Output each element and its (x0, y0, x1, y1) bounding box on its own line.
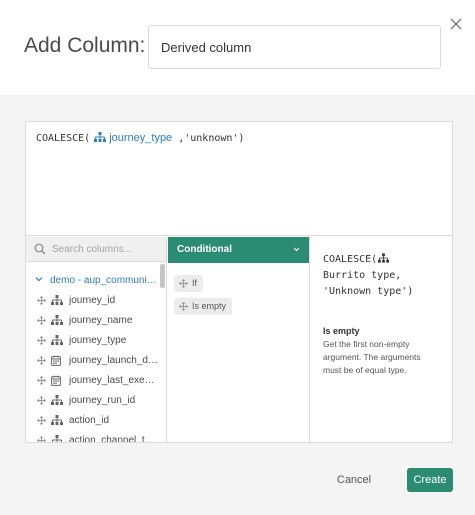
drag-handle-icon (37, 296, 46, 305)
signature-line: 'Unknown type') (323, 286, 414, 297)
dialog-header: Add Column: (0, 0, 475, 95)
column-item[interactable]: journey_launch_date (26, 352, 160, 370)
tree-icon (52, 435, 62, 442)
column-item-label: journey_run_id (69, 395, 136, 406)
tree-icon (51, 295, 63, 305)
column-item[interactable]: action_channel_type (26, 432, 160, 442)
column-item[interactable]: action_id (26, 412, 160, 430)
search-columns-input[interactable] (52, 241, 160, 258)
function-doc-description: Get the first non-empty argument. The ar… (323, 339, 421, 375)
dataset-group-label: demo - aup_communi… (50, 275, 157, 286)
tree-icon (51, 395, 63, 405)
function-signature: COALESCE( Burrito type, 'Unknown type') (323, 252, 440, 300)
column-item-label: journey_last_execu… (69, 375, 159, 386)
drag-handle-icon (37, 336, 46, 345)
drag-handle-icon (37, 416, 46, 425)
tree-icon (378, 253, 390, 263)
close-icon[interactable] (448, 16, 464, 32)
column-item[interactable]: journey_type (26, 332, 160, 350)
create-button[interactable]: Create (407, 468, 453, 492)
column-item-label: journey_launch_date (69, 355, 159, 366)
cancel-button[interactable]: Cancel (326, 468, 382, 492)
drag-handle-icon (179, 302, 188, 311)
dialog-title: Add Column: (24, 34, 146, 57)
signature-line: COALESCE( (323, 254, 378, 265)
expression-rest: ,'unknown') (178, 133, 245, 144)
function-browser: Conditional If Is empty (168, 237, 310, 442)
chevron-down-icon (293, 247, 300, 252)
expression-field-token[interactable]: journey_type (109, 132, 172, 144)
function-documentation: COALESCE( Burrito type, 'Unknown type') … (311, 237, 452, 442)
function-doc-name: Is empty (323, 326, 360, 336)
column-item-label: journey_type (69, 335, 127, 346)
dataset-group[interactable]: demo - aup_communi… (26, 272, 160, 290)
column-item-label: journey_name (69, 315, 133, 326)
column-browser: demo - aup_communi… journey_id journey_na… (26, 237, 167, 442)
search-icon (34, 243, 46, 255)
drag-handle-icon (37, 376, 46, 385)
tree-icon (51, 315, 63, 325)
tree-icon (94, 132, 107, 142)
column-item-label: journey_id (69, 295, 116, 306)
function-item-label: If (192, 278, 198, 288)
column-search (26, 237, 166, 262)
drag-handle-icon (37, 396, 46, 405)
function-category-label: Conditional (177, 244, 232, 255)
column-list-scrollbar[interactable] (160, 264, 165, 288)
expression-editor-panel: COALESCE( journey_type ,'unknown') demo -… (25, 121, 453, 443)
chevron-down-icon (35, 277, 43, 282)
column-item[interactable]: journey_name (26, 312, 160, 330)
column-item-label: action_id (69, 415, 110, 426)
function-item-is-empty[interactable]: Is empty (174, 298, 233, 315)
tree-icon (51, 415, 63, 425)
column-item[interactable]: journey_last_execu… (26, 372, 160, 390)
drag-handle-icon (37, 356, 46, 365)
calendar-icon (51, 355, 61, 366)
expression-function: COALESCE( (36, 133, 91, 144)
function-item-label: Is empty (192, 301, 227, 311)
signature-line: Burrito type, (323, 270, 402, 281)
column-item[interactable]: journey_id (26, 292, 160, 310)
drag-handle-icon (179, 279, 188, 288)
drag-handle-icon (37, 436, 46, 442)
column-item[interactable]: journey_run_id (26, 392, 160, 410)
drag-handle-icon (37, 316, 46, 325)
function-item-if[interactable]: If (174, 275, 204, 292)
function-category-dropdown[interactable]: Conditional (168, 237, 309, 263)
expression-editor[interactable]: COALESCE( journey_type ,'unknown') (26, 122, 452, 236)
column-item-label: action_channel_type (69, 435, 159, 442)
tree-icon (51, 335, 63, 345)
calendar-icon (51, 375, 61, 386)
column-name-input[interactable] (148, 25, 441, 69)
